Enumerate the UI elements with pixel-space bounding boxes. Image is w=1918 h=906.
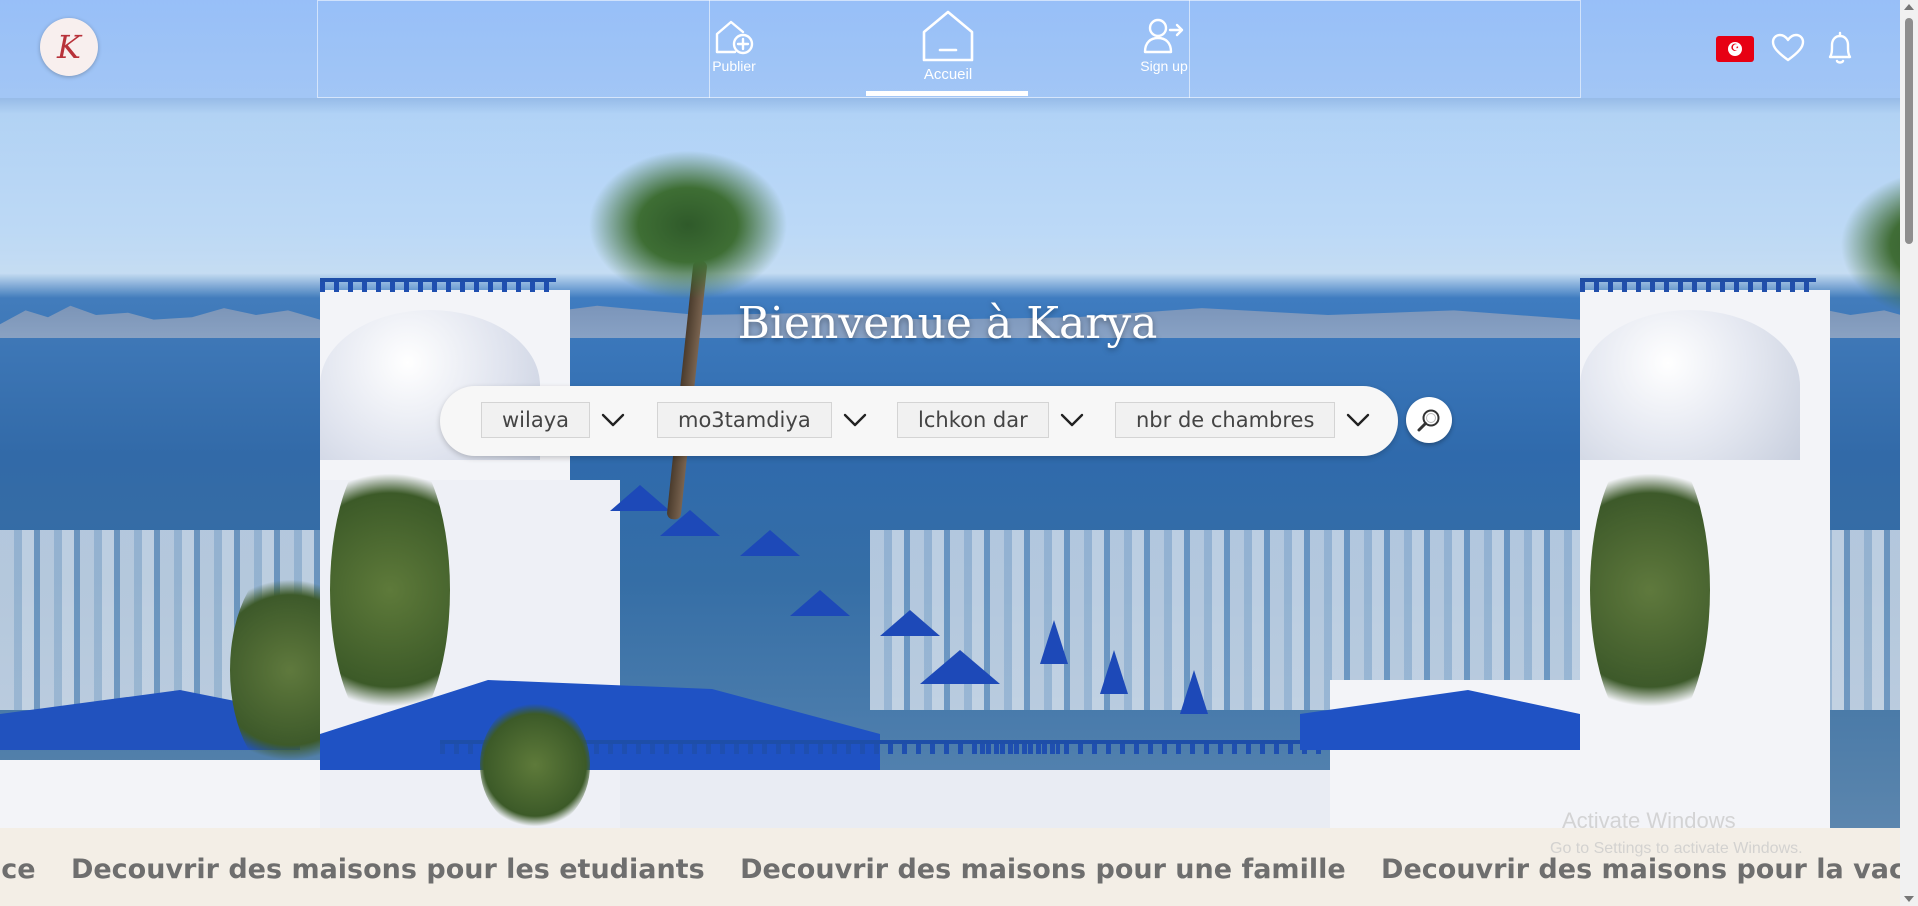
- scroll-down-icon[interactable]: [1904, 896, 1914, 902]
- activate-windows-subtitle: Go to Settings to activate Windows.: [1550, 840, 1803, 857]
- scroll-up-icon[interactable]: [1904, 4, 1914, 10]
- chevron-down-icon: [840, 405, 870, 435]
- user-arrow-icon: [1143, 18, 1184, 54]
- filter-mo3tamdiya[interactable]: mo3tamdiya: [657, 401, 870, 439]
- marquee-item[interactable]: nce: [0, 854, 36, 885]
- nav-home-label: Accueil: [923, 66, 973, 83]
- bell-icon: [1828, 31, 1852, 64]
- nav-publish[interactable]: Publier: [710, 18, 758, 74]
- nav-signup[interactable]: Sign up: [1136, 16, 1192, 74]
- filter-mo3tamdiya-value: mo3tamdiya: [657, 402, 832, 438]
- filter-lchkon-dar[interactable]: lchkon dar: [897, 401, 1087, 439]
- chevron-down-icon: [1057, 405, 1087, 435]
- logo-letter: K: [57, 28, 81, 66]
- site-logo[interactable]: K: [40, 18, 98, 76]
- notifications-button[interactable]: [1826, 31, 1854, 69]
- filter-wilaya[interactable]: wilaya: [481, 401, 628, 439]
- search-icon: [1417, 409, 1440, 432]
- nav-publish-label: Publier: [712, 58, 756, 74]
- marquee-item[interactable]: Decouvrir des maisons pour la vacance: [1381, 854, 1918, 885]
- nav-active-indicator: [866, 91, 1028, 96]
- scrollbar-thumb[interactable]: [1905, 18, 1913, 244]
- filter-lchkon-dar-value: lchkon dar: [897, 402, 1049, 438]
- home-icon: [922, 10, 974, 62]
- page-scrollbar[interactable]: [1900, 0, 1918, 906]
- plus-house-icon: [715, 20, 754, 55]
- tunisia-flag-icon: ☪: [1728, 42, 1742, 56]
- search-button[interactable]: [1406, 397, 1452, 443]
- nav-signup-label: Sign up: [1140, 58, 1188, 74]
- nav-home[interactable]: Accueil: [918, 8, 978, 83]
- chevron-down-icon: [598, 405, 628, 435]
- filter-nbr-chambres-value: nbr de chambres: [1115, 402, 1336, 438]
- marquee-item[interactable]: Decouvrir des maisons pour une famille: [740, 854, 1346, 885]
- marquee-item[interactable]: Decouvrir des maisons pour les etudiants: [71, 854, 705, 885]
- hero-image-left: [0, 0, 320, 828]
- favorites-button[interactable]: [1771, 33, 1805, 67]
- language-flag-button[interactable]: ☪: [1716, 36, 1754, 62]
- filter-nbr-chambres[interactable]: nbr de chambres: [1115, 401, 1373, 439]
- search-bar: wilaya mo3tamdiya lchkon dar nbr de cham…: [440, 386, 1398, 456]
- chevron-down-icon: [1343, 405, 1373, 435]
- marquee-track: nce Decouvrir des maisons pour les etudi…: [0, 854, 1918, 885]
- filter-wilaya-value: wilaya: [481, 402, 591, 438]
- heart-icon: [1771, 33, 1805, 62]
- hero-image-right: [1580, 0, 1918, 828]
- hero-title: Bienvenue à Karya: [737, 298, 1158, 349]
- navbar-shadow: [0, 98, 1918, 114]
- activate-windows-title: Activate Windows: [1562, 808, 1736, 833]
